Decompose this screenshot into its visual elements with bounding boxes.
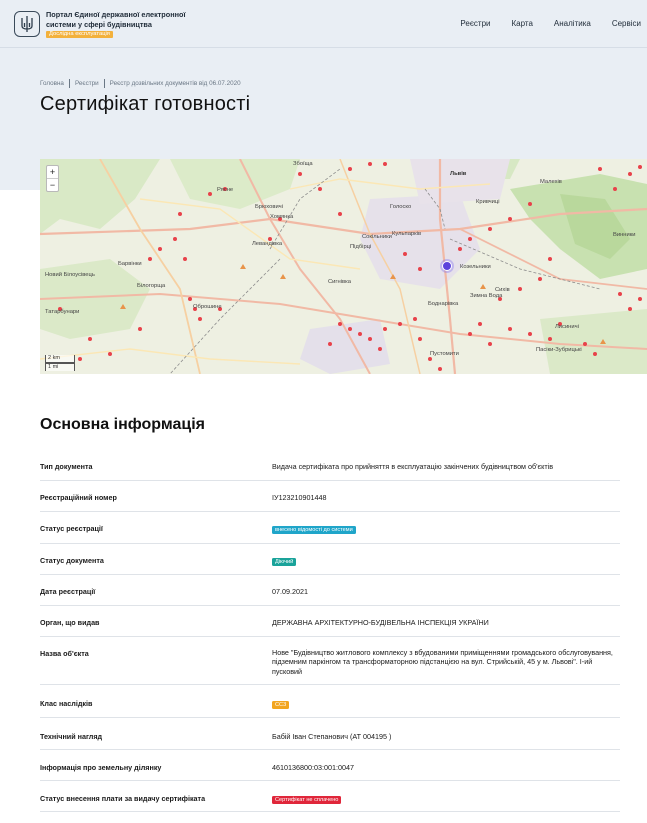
page-title: Сертифікат готовності [40,93,251,115]
info-value: Діючий [272,556,620,566]
info-label: Назва об'єкта [40,649,89,658]
map-label: Козельники [460,264,491,270]
info-label: Статус внесення плати за видачу сертифік… [40,794,206,803]
map-label: Голоско [390,204,412,210]
info-value: Нове "Будівництво житлового комплексу з … [272,648,613,676]
portal-title[interactable]: Портал Єдиної державної електронної сист… [46,10,186,39]
map-label: Брюховичі [255,204,283,210]
map-label: Малехів [540,179,562,185]
site-header: Портал Єдиної державної електронної сист… [0,0,647,48]
section-title-main-info: Основна інформація [40,416,205,433]
info-value: 07.09.2021 [272,587,308,596]
map-zoom-controls: + − [46,165,59,192]
info-label: Дата реєстрації [40,587,96,596]
info-value: Видача сертифіката про прийняття в експл… [272,462,554,471]
info-row: Технічний нагляд Бабій Іван Степанович (… [40,718,620,750]
map-label: Кульпарків [392,231,422,237]
map-label: Новий Білоусівець [45,272,95,278]
info-value: Сертифікат не сплачено [272,794,620,804]
info-row: Дата реєстрації 07.09.2021 [40,575,620,606]
info-row: Тип документа Видача сертифіката про при… [40,450,620,481]
info-label: Орган, що видав [40,618,100,627]
map-label: Барвінки [118,261,142,267]
breadcrumb: Головна Реєстри Реєстр дозвільних докуме… [40,79,241,88]
nav-analytics[interactable]: Аналітика [554,19,591,28]
map-label: Рясне [217,187,234,193]
breadcrumb-home[interactable]: Головна [40,80,64,87]
info-row: Реєстраційний номер ІУ123210901448 [40,481,620,512]
info-row: Статус документа Діючий [40,544,620,575]
info-value: Бабій Іван Степанович (АТ 004195 ) [272,732,392,741]
breadcrumb-separator [68,79,70,88]
breadcrumb-registries[interactable]: Реєстри [75,80,99,87]
map-scale: 2 km 1 mi [45,355,75,371]
info-value: СС3 [272,699,620,709]
info-label: Клас наслідків [40,699,93,708]
scale-imperial: 1 mi [45,363,75,371]
map-label: Винники [613,232,636,238]
main-nav: Реєстри Карта Аналітика Сервіси [460,19,641,28]
payment-status-badge: Сертифікат не сплачено [272,796,342,804]
zoom-in-button[interactable]: + [47,166,58,178]
nav-services[interactable]: Сервіси [612,19,641,28]
map-label: Підбірці [350,244,372,250]
info-row: Інформація про земельну ділянку 46101368… [40,750,620,781]
breadcrumb-separator [103,79,105,88]
info-row: Орган, що видав ДЕРЖАВНА АРХІТЕКТУРНО-БУ… [40,606,620,637]
info-label: Тип документа [40,462,93,471]
map-label: Збоїща [293,161,313,167]
info-value: 4610136800:03:001:0047 [272,763,354,772]
consequence-class-badge: СС3 [272,701,290,709]
document-status-badge: Діючий [272,558,297,566]
map-label: Оброшине [193,304,222,310]
map-label: Боднарівка [428,301,459,307]
map-label: Хомянка [270,214,294,220]
portal-title-text: Портал Єдиної державної електронної сист… [46,10,186,29]
info-row: Статус реєстрації внесено відомості до с… [40,512,620,544]
beta-badge: Дослідна експлуатація [46,31,113,39]
info-label: Реєстраційний номер [40,493,117,502]
map-label: Білогорща [137,283,166,289]
info-label: Інформація про земельну ділянку [40,763,162,772]
scale-metric: 2 km [45,355,75,363]
map-label-lviv: Львів [450,171,467,177]
info-table: Тип документа Видача сертифіката про при… [40,450,620,812]
location-map[interactable]: Львів Рясне Сокільники Зимна Вода Підбір… [40,159,647,374]
map-label: Зимна Вода [470,293,503,299]
info-label: Статус документа [40,556,104,565]
map-label: Кривчиці [476,199,500,205]
location-marker-icon [442,261,452,271]
zoom-out-button[interactable]: − [47,178,58,190]
info-value: ДЕРЖАВНА АРХІТЕКТУРНО-БУДІВЕЛЬНА ІНСПЕКЦ… [272,618,489,627]
breadcrumb-current: Реєстр дозвільних документів від 06.07.2… [109,80,241,87]
info-label: Технічний нагляд [40,732,103,741]
map-label: Пустомити [430,351,459,357]
registration-status-badge: внесено відомості до системи [272,526,356,534]
map-label: Лисиничі [555,324,579,330]
info-row: Клас наслідків СС3 [40,685,620,718]
nav-registries[interactable]: Реєстри [460,19,490,28]
info-value: ІУ123210901448 [272,493,327,502]
map-label: Левандівка [252,241,283,247]
nav-map[interactable]: Карта [512,19,533,28]
map-label: Пасіки-Зубрицькі [536,347,582,353]
trident-logo-icon[interactable] [14,11,40,37]
map-label: Сихів [495,287,510,293]
info-row: Назва об'єкта Нове "Будівництво житловог… [40,637,620,685]
map-label: Сигнівка [328,279,351,285]
map-label: Татарбунари [45,309,80,315]
info-label: Статус реєстрації [40,524,103,533]
info-value: внесено відомості до системи [272,524,620,534]
map-label: Сокільники [362,234,392,240]
info-row: Статус внесення плати за видачу сертифік… [40,781,620,812]
